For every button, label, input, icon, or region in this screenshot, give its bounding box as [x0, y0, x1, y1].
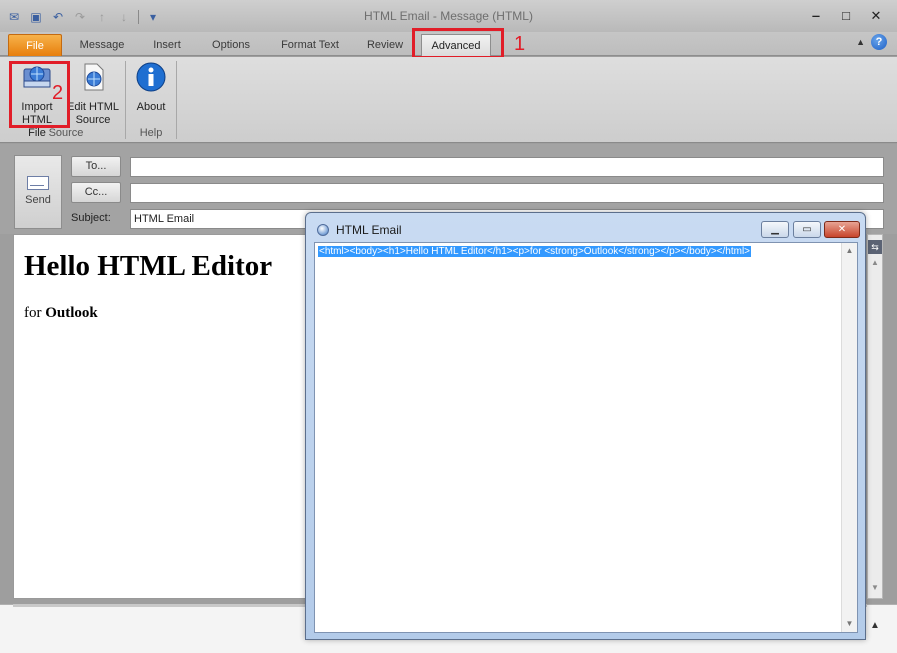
edit-label-line1: Edit HTML: [67, 101, 119, 113]
editor-scroll-up-icon[interactable]: ▲: [842, 243, 857, 259]
minimize-button[interactable]: ‒: [801, 6, 831, 26]
tab-message[interactable]: Message: [74, 34, 130, 56]
paragraph-bold: Outlook: [45, 305, 98, 321]
side-panel-icon[interactable]: ⇆: [868, 240, 882, 254]
scroll-up-icon[interactable]: ▲: [868, 255, 882, 271]
envelope-icon: [27, 176, 49, 190]
to-field[interactable]: [130, 157, 884, 177]
tab-review[interactable]: Review: [360, 34, 410, 56]
message-heading: Hello HTML Editor: [24, 250, 273, 282]
about-button[interactable]: About: [130, 61, 172, 114]
editor-scroll-down-icon[interactable]: ▼: [842, 616, 857, 632]
maximize-button[interactable]: □: [831, 6, 861, 26]
tab-options[interactable]: Options: [204, 34, 258, 56]
edit-label-line2: Source: [75, 114, 111, 126]
ribbon-group-separator-end: [176, 61, 177, 139]
annotation-step-1: 1: [514, 33, 526, 55]
window-title: HTML Email - Message (HTML): [364, 9, 533, 23]
selected-source-code[interactable]: <html><body><h1>Hello HTML Editor</h1><p…: [318, 246, 752, 257]
html-source-dialog: HTML Email ▁ ▭ ✕ <html><body><h1>Hello H…: [305, 212, 866, 640]
expand-icon[interactable]: ▲: [870, 620, 880, 631]
ribbon-options: ▲ ?: [856, 34, 887, 50]
send-button[interactable]: Send: [14, 155, 62, 229]
group-label-help: Help: [139, 127, 163, 139]
dialog-title: HTML Email: [336, 223, 402, 237]
to-button[interactable]: To...: [71, 156, 121, 177]
tab-file[interactable]: File: [8, 34, 62, 56]
help-icon[interactable]: ?: [871, 34, 887, 50]
about-label: About: [136, 101, 166, 113]
scroll-down-icon[interactable]: ▼: [868, 580, 882, 596]
cc-field[interactable]: [130, 183, 884, 203]
send-label: Send: [25, 194, 51, 206]
annotation-step-2: 2: [52, 82, 64, 104]
dialog-maximize-button[interactable]: ▭: [793, 221, 821, 238]
paragraph-prefix: for: [24, 305, 46, 321]
info-icon: [136, 62, 166, 92]
source-editor[interactable]: <html><body><h1>Hello HTML Editor</h1><p…: [314, 242, 858, 633]
dialog-globe-icon: [317, 224, 329, 236]
body-scrollbar[interactable]: ▲ ▼: [867, 234, 883, 599]
highlight-box-advanced: [412, 28, 504, 59]
dialog-minimize-button[interactable]: ▁: [761, 221, 789, 238]
dialog-close-button[interactable]: ✕: [824, 221, 860, 238]
window-controls: ‒ □ ✕: [801, 6, 891, 26]
message-paragraph: for Outlook: [24, 305, 98, 322]
group-label-source: Source: [48, 127, 84, 139]
cc-button[interactable]: Cc...: [71, 182, 121, 203]
edit-html-source-button[interactable]: Edit HTML Source: [66, 61, 120, 127]
editor-scrollbar[interactable]: ▲ ▼: [841, 243, 857, 632]
minimize-ribbon-icon[interactable]: ▲: [856, 37, 865, 47]
tab-format-text[interactable]: Format Text: [272, 34, 348, 56]
edit-html-source-icon: [84, 63, 104, 91]
close-button[interactable]: ✕: [861, 6, 891, 26]
subject-label: Subject:: [71, 212, 111, 224]
tab-insert[interactable]: Insert: [142, 34, 192, 56]
ribbon-panel: Import HTML File Edit HTML Source Source…: [0, 57, 897, 143]
